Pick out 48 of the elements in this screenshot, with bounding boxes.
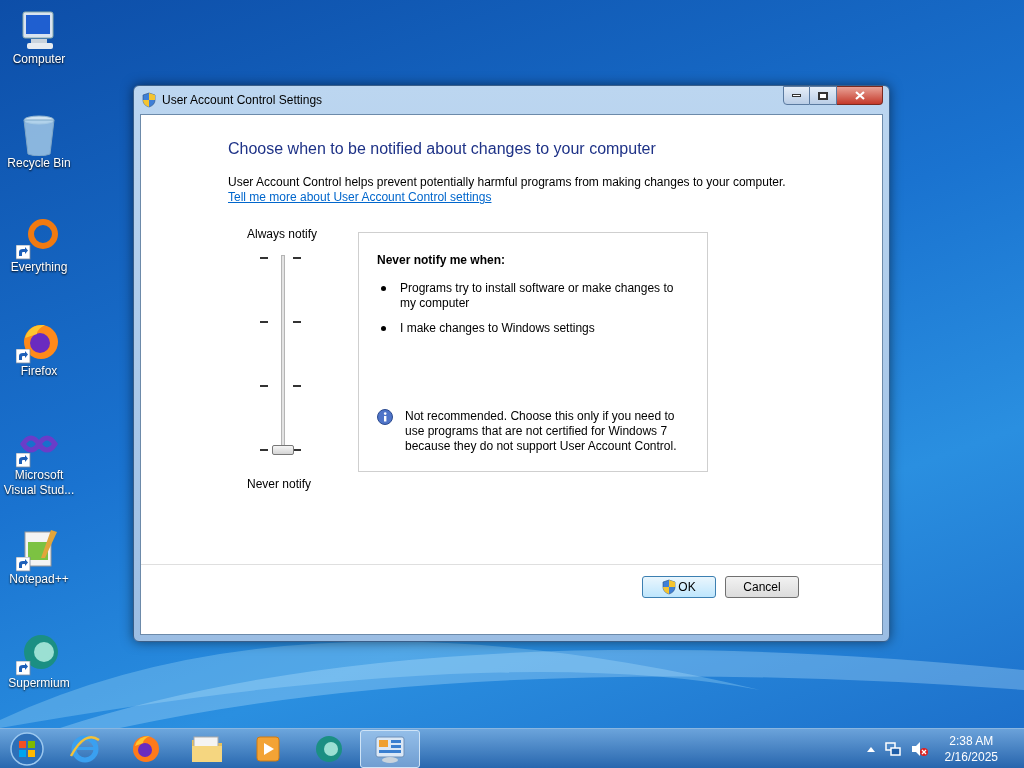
desktop-shortcut[interactable]: Supermium bbox=[0, 632, 78, 722]
slider-thumb[interactable] bbox=[272, 445, 294, 455]
tick-mark bbox=[260, 449, 268, 451]
control-panel-icon bbox=[373, 733, 407, 764]
desktop-shortcut[interactable]: Everything bbox=[0, 216, 78, 306]
network-icon[interactable] bbox=[884, 741, 901, 756]
close-icon bbox=[854, 91, 865, 100]
shield-icon bbox=[142, 92, 156, 108]
desktop-shortcut[interactable]: Computer bbox=[0, 8, 78, 98]
panel-heading: Never notify me when: bbox=[377, 252, 507, 269]
swirl-icon bbox=[313, 733, 345, 764]
help-link[interactable]: Tell me more about User Account Control settings bbox=[228, 190, 492, 205]
minimize-button[interactable] bbox=[783, 86, 810, 105]
clock-date: 2/16/2025 bbox=[944, 748, 998, 765]
browser-e-icon bbox=[69, 733, 101, 764]
windows-logo-icon bbox=[9, 730, 45, 767]
close-button[interactable] bbox=[837, 86, 883, 105]
tick-mark bbox=[293, 385, 301, 387]
desktop-shortcut[interactable]: Recycle Bin bbox=[0, 112, 78, 202]
bullet-icon bbox=[381, 286, 386, 291]
heading: Choose when to be notified about changes to your computer bbox=[228, 139, 657, 159]
clock-time: 2:38 AM bbox=[949, 732, 994, 749]
bullet-text: I make changes to Windows settings bbox=[400, 321, 596, 336]
tick-mark bbox=[260, 257, 268, 259]
muted-speaker-icon[interactable] bbox=[910, 740, 929, 757]
warning-note: Not recommended. Choose this only if you need to use programs that are not certified for Windows 7 because they do not support User Account Control. bbox=[405, 409, 678, 454]
dialog-button[interactable]: OK bbox=[642, 576, 716, 598]
info-icon bbox=[377, 409, 393, 425]
bullet-text: Programs try to install software or make changes to my computer bbox=[400, 281, 675, 311]
tick-mark bbox=[293, 321, 301, 323]
folder-icon bbox=[190, 733, 224, 764]
desktop-shortcut[interactable]: Firefox bbox=[0, 320, 78, 410]
slider-top-label: Always notify bbox=[247, 226, 318, 243]
dialog-button[interactable]: Cancel bbox=[725, 576, 799, 598]
slider-bottom-label: Never notify bbox=[247, 476, 312, 493]
window-title: User Account Control Settings bbox=[162, 92, 323, 109]
tick-mark bbox=[293, 257, 301, 259]
tick-mark bbox=[260, 321, 268, 323]
clock[interactable]: 2:38 AM 2/16/2025 bbox=[944, 732, 998, 765]
tick-mark bbox=[260, 385, 268, 387]
maximize-button[interactable] bbox=[810, 86, 837, 105]
taskbar-app[interactable] bbox=[360, 729, 420, 768]
up-arrow-icon[interactable] bbox=[866, 745, 875, 752]
desktop-shortcut[interactable]: Notepad++ bbox=[0, 528, 78, 618]
description: User Account Control helps prevent potentially harmful programs from making changes to your computer. bbox=[228, 175, 787, 190]
desktop-shortcut[interactable]: Microsoft Visual Stud... bbox=[0, 424, 78, 514]
fox-icon bbox=[130, 733, 162, 764]
bullet-icon bbox=[381, 326, 386, 331]
